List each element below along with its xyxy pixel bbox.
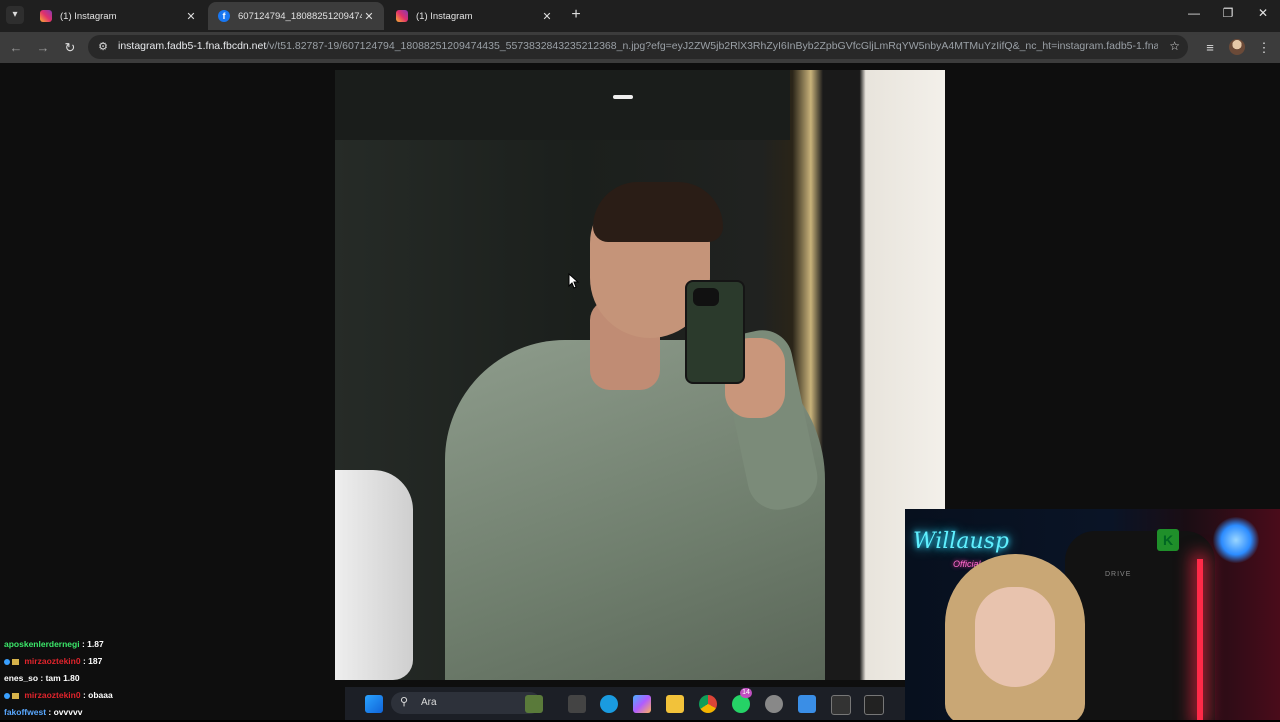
tab-image-active[interactable]: f 607124794_18088251209474435_5573832843…	[208, 2, 384, 30]
chat-message: aposkenlerdernegi : 1.87	[0, 637, 340, 654]
chat-message: mirzaoztekin0 : obaaa	[0, 688, 340, 705]
profile-avatar[interactable]	[1229, 39, 1245, 55]
bookmark-star-icon[interactable]: ☆	[1169, 39, 1180, 53]
url-host: instagram.fadb5-1.fna.fbcdn.net	[118, 40, 267, 52]
streamer-face	[975, 587, 1055, 687]
tab-instagram-2[interactable]: (1) Instagram ✕	[386, 2, 562, 30]
chat-message: mirzaoztekin0 : 187	[0, 654, 340, 671]
minimize-button[interactable]: —	[1184, 6, 1204, 20]
chrome-icon[interactable]	[699, 695, 717, 713]
menu-kebab-icon[interactable]: ⋮	[1255, 39, 1273, 57]
file-explorer-icon[interactable]	[666, 695, 684, 713]
notepad-icon[interactable]	[798, 695, 816, 713]
chat-username: fakoffwest	[4, 707, 47, 717]
tab-close-icon[interactable]: ✕	[540, 10, 554, 23]
restore-button[interactable]: ❐	[1218, 6, 1238, 20]
chat-text: : obaaa	[82, 690, 113, 700]
close-window-button[interactable]: ✕	[1253, 6, 1273, 20]
edge-icon[interactable]	[600, 695, 618, 713]
whatsapp-badge: 14	[740, 688, 752, 698]
chat-text: : 1.87	[81, 639, 104, 649]
k-logo-icon: K	[1157, 529, 1179, 551]
task-view-icon[interactable]	[568, 695, 586, 713]
steam-icon[interactable]	[765, 695, 783, 713]
photo-phone	[685, 280, 745, 384]
chair-brand: DRIVE	[1105, 571, 1132, 578]
instagram-icon	[40, 10, 52, 22]
chat-badge-icon	[4, 658, 10, 665]
address-bar[interactable]: ⚙ instagram.fadb5-1.fna.fbcdn.net/v/t51.…	[88, 35, 1188, 59]
chat-badge-icon	[12, 692, 19, 699]
windows-taskbar: ⚲ Ara 14	[345, 687, 905, 720]
chat-username: aposkenlerdernegi	[4, 639, 80, 649]
back-button[interactable]: ←	[7, 39, 25, 57]
tab-close-icon[interactable]: ✕	[362, 10, 376, 23]
chat-username: mirzaoztekin0	[24, 690, 81, 700]
neon-sign: Willausp	[913, 529, 1009, 554]
tab-close-icon[interactable]: ✕	[184, 10, 198, 23]
app-icon[interactable]	[831, 695, 851, 715]
chat-username: enes_so	[4, 673, 39, 683]
webcam-overlay: Willausp Official DRIVE K	[905, 509, 1280, 720]
media-controls-icon[interactable]: ≡	[1201, 39, 1219, 57]
tab-instagram-1[interactable]: (1) Instagram ✕	[30, 2, 206, 30]
site-info-icon[interactable]: ⚙	[96, 39, 110, 55]
search-icon: ⚲	[400, 696, 409, 708]
search-placeholder: Ara	[421, 697, 437, 708]
photo-urinal	[335, 470, 413, 680]
instagram-icon	[396, 10, 408, 22]
chat-badge-icon	[4, 692, 10, 699]
photo-hair	[593, 182, 723, 242]
tab-title: (1) Instagram	[416, 10, 473, 22]
photo-phone-camera	[693, 288, 719, 306]
url-path: /v/t51.82787-19/607124794_18088251209474…	[266, 40, 1158, 52]
tab-strip: ▾ (1) Instagram ✕ f 607124794_1808825120…	[0, 0, 1280, 32]
chat-message: enes_so : tam 1.80	[0, 671, 340, 688]
game-icon[interactable]	[525, 695, 543, 713]
red-light-bar	[1197, 559, 1203, 720]
tab-title: 607124794_18088251209474435_557383284323…	[238, 10, 362, 22]
profile-photo-image[interactable]	[335, 70, 945, 680]
copilot-icon[interactable]	[633, 695, 651, 713]
gaming-chair	[1065, 531, 1215, 720]
photo-ceiling-light	[613, 95, 633, 99]
reload-button[interactable]: ↻	[61, 39, 79, 57]
browser-toolbar: ← → ↻ ⚙ instagram.fadb5-1.fna.fbcdn.net/…	[0, 32, 1280, 63]
photo-wall	[335, 70, 790, 140]
url-text[interactable]: instagram.fadb5-1.fna.fbcdn.net/v/t51.82…	[118, 40, 1158, 54]
tab-search-chevron-icon[interactable]: ▾	[6, 6, 24, 24]
blue-lamp	[1213, 517, 1259, 563]
terminal-icon[interactable]	[864, 695, 884, 715]
windows-start-icon[interactable]	[365, 695, 383, 713]
chat-message: fakoffwest : ovvvvv	[0, 705, 340, 722]
chat-badge-icon	[12, 658, 19, 665]
chat-username: mirzaoztekin0	[24, 656, 81, 666]
chat-text: : tam 1.80	[40, 673, 80, 683]
chat-text: : ovvvvv	[48, 707, 83, 717]
new-tab-button[interactable]: +	[568, 7, 584, 23]
tab-title: (1) Instagram	[60, 10, 117, 22]
forward-button[interactable]: →	[34, 39, 52, 57]
chat-text: : 187	[82, 656, 103, 666]
taskbar-search[interactable]: ⚲ Ara	[391, 692, 541, 714]
stream-chat: aposkenlerdernegi : 1.87 mirzaoztekin0 :…	[0, 637, 340, 722]
facebook-icon: f	[218, 10, 230, 22]
